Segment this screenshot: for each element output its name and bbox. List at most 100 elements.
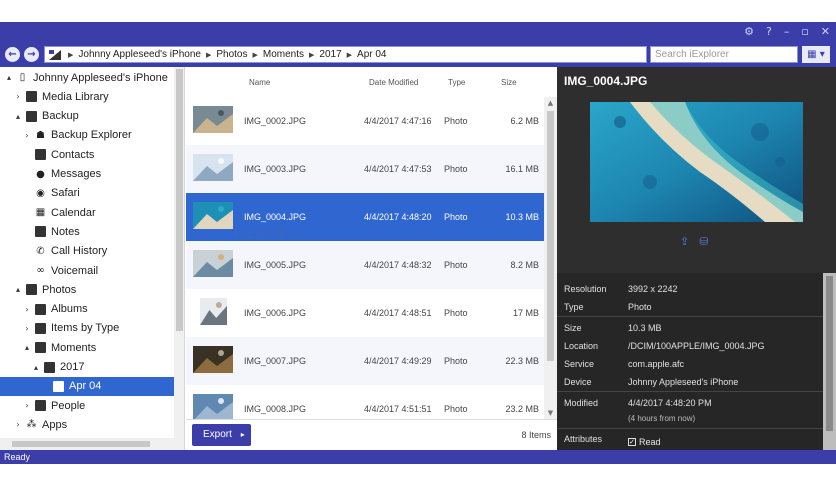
breadcrumb[interactable]: ▶ Johnny Appleseed's iPhone ▶ Photos ▶ M… [44,46,647,63]
scrollbar-thumb[interactable] [826,276,833,431]
sidebar-scrollbar[interactable] [174,67,184,450]
sidebar-item[interactable]: ▦ Calendar [0,203,174,222]
sidebar-item-label: Calendar [51,206,96,219]
grid-view-icon[interactable]: ▦ ▾ [802,46,830,63]
column-name[interactable]: Name [249,78,270,87]
table-row[interactable]: IMG_0003.JPG 4/4/2017 4:47:53 Photo 16.1 MB [186,145,544,193]
breadcrumb-item[interactable]: Apr 04 [357,49,386,60]
day-icon [53,380,64,392]
breadcrumb-item[interactable]: Moments [263,49,304,60]
expand-arrow-icon[interactable]: › [13,92,23,101]
sidebar-item[interactable]: › Media Library [0,87,174,106]
attribute-read-checkbox[interactable]: ✓ Read [628,437,661,447]
breadcrumb-item[interactable]: 2017 [319,49,341,60]
expand-arrow-icon[interactable]: › [22,401,32,410]
forward-arrow-icon[interactable]: → [24,47,39,62]
sidebar-item[interactable]: ▴ Moments [0,338,174,357]
photo-thumbnail [193,106,233,133]
breadcrumb-item[interactable]: Photos [216,49,247,60]
column-date-modified[interactable]: Date Modified [369,78,418,87]
expand-arrow-icon[interactable]: ▴ [4,73,14,82]
sidebar-item[interactable]: Apr 04 [0,376,174,396]
sidebar-item[interactable]: ◉ Safari [0,184,174,203]
breadcrumb-item[interactable]: Johnny Appleseed's iPhone [78,49,201,60]
expand-arrow-icon[interactable]: ▴ [31,363,41,372]
sidebar-item[interactable]: Notes [0,222,174,241]
sidebar-item[interactable]: ▴ Backup [0,107,174,126]
cell-date: 4/4/2017 4:48:20 [364,212,432,222]
scroll-down-icon[interactable]: ▼ [544,407,557,419]
sidebar-item[interactable]: ▴ ▯ Johnny Appleseed's iPhone [0,68,174,87]
cell-size: 22.3 MB [505,356,539,366]
sidebar-item[interactable]: › Albums [0,300,174,319]
expand-arrow-icon[interactable]: ▴ [13,112,23,121]
file-list: Name Date Modified Type Size IMG_0002.JP… [186,67,557,450]
table-row[interactable]: IMG_0006.JPG 4/4/2017 4:48:51 Photo 17 MB [186,289,544,337]
scroll-up-icon[interactable]: ▲ [544,97,557,109]
cell-size: 17 MB [512,308,539,318]
help-icon[interactable]: ? [766,22,772,42]
prop-label: Location [564,341,599,351]
cell-date: 4/4/2017 4:48:51 [364,308,432,318]
expand-arrow-icon[interactable]: › [22,131,32,140]
expand-arrow-icon[interactable]: ▴ [22,343,32,352]
sidebar-item[interactable]: › Items by Type [0,319,174,338]
sidebar-item-label: People [51,399,86,412]
sidebar-item[interactable]: ✆ Call History [0,242,174,261]
cell-name: IMG_0007.JPG [244,356,307,366]
sidebar-item-label: Apr 04 [69,380,102,393]
backup-icon [26,110,37,122]
close-icon[interactable]: ✕ [821,22,830,42]
sidebar-item-label: Voicemail [51,264,99,277]
contacts-icon [35,149,46,161]
sidebar-item[interactable]: › ☗ Backup Explorer [0,126,174,145]
prop-value[interactable]: /DCIM/100APPLE/IMG_0004.JPG [628,341,765,351]
sidebar-item-label: Notes [51,225,80,238]
expand-arrow-icon[interactable]: › [22,305,32,314]
table-row[interactable]: IMG_0007.JPG 4/4/2017 4:49:29 Photo 22.3 MB [186,337,544,385]
details-scrollbar[interactable] [823,273,836,450]
device-breadcrumb-icon [49,49,61,60]
sidebar-item-label: Safari [51,187,80,200]
back-arrow-icon[interactable]: ← [5,47,20,62]
upload-icon[interactable]: ⇪ [680,235,689,248]
sidebar-item[interactable]: Contacts [0,145,174,164]
checkbox-checked-icon[interactable]: ✓ [628,438,636,446]
table-row[interactable]: IMG_0002.JPG 4/4/2017 4:47:16 Photo 6.2 MB [186,97,544,145]
column-type[interactable]: Type [448,78,465,87]
breadcrumb-separator: ▶ [309,51,315,59]
scrollbar-thumb[interactable] [12,441,150,447]
sidebar-item-label: Apps [42,418,68,431]
photo-thumbnail [193,154,233,181]
sidebar-item-label: Contacts [51,148,95,161]
prop-label: Resolution [564,284,607,294]
expand-arrow-icon[interactable]: ▴ [13,285,23,294]
backup-explorer-icon: ☗ [36,129,45,141]
table-row[interactable]: IMG_0005.JPG 4/4/2017 4:48:32 Photo 8.2 MB [186,241,544,289]
expand-arrow-icon[interactable]: › [22,324,32,333]
drive-icon[interactable]: ⛁ [699,235,708,248]
photo-thumbnail [200,298,227,325]
sidebar-item[interactable]: ● Messages [0,165,174,184]
scrollbar-thumb[interactable] [176,69,183,331]
iphone-icon: ▯ [19,72,26,83]
sidebar-horizontal-scrollbar[interactable] [0,438,174,450]
sidebar-item[interactable]: ▴ Photos [0,280,174,299]
column-size[interactable]: Size [501,78,517,87]
sidebar-item[interactable]: ∞ Voicemail [0,261,174,280]
minimize-icon[interactable]: – [784,22,790,42]
maximize-icon[interactable]: ▫ [801,22,808,42]
status-text: Ready [4,452,31,462]
gear-icon[interactable]: ⚙ [744,22,754,42]
list-scrollbar[interactable]: ▲ ▼ [544,97,557,419]
prop-label: Attributes [564,434,603,444]
sidebar-item[interactable]: ▴ 2017 [0,358,174,377]
sidebar-item-label: 2017 [60,361,85,373]
export-button[interactable]: Export ▸ [192,424,251,446]
cell-type: Photo [444,164,468,174]
sidebar-item[interactable]: › People [0,396,174,415]
scrollbar-thumb[interactable] [547,111,554,361]
sidebar-item[interactable]: › ⁂ Apps [0,415,174,434]
expand-arrow-icon[interactable]: › [13,420,23,429]
search-input[interactable]: Search iExplorer [650,46,798,63]
